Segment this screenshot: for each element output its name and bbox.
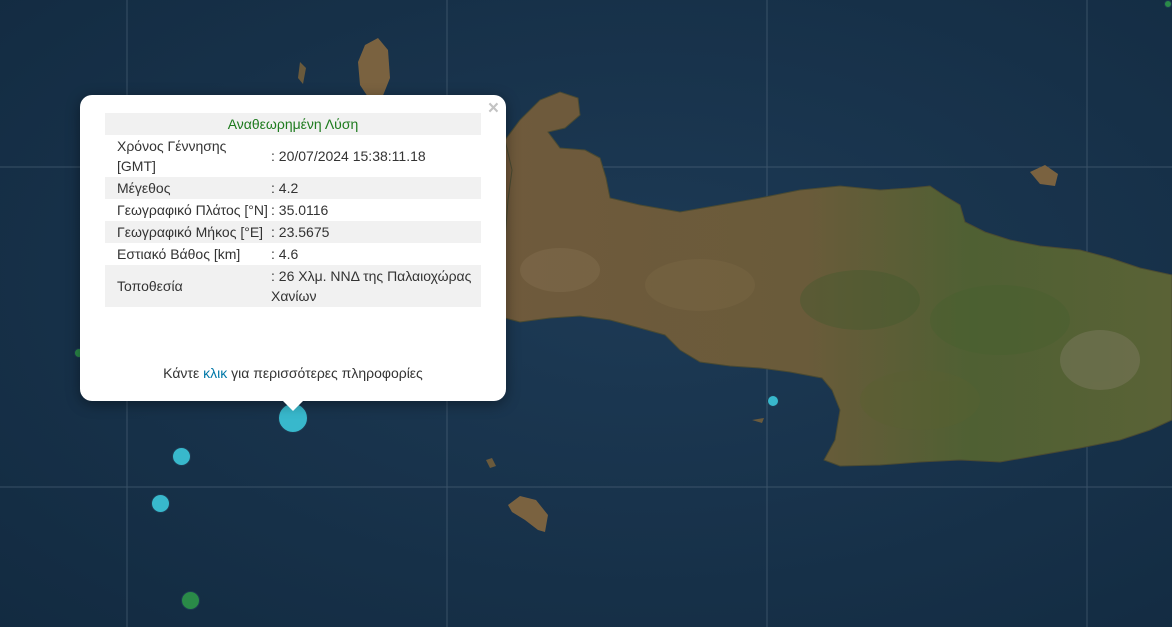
earthquake-details-table: Αναθεωρημένη Λύση Χρόνος Γέννησης [GMT] … [105,113,481,307]
earthquake-info-popup: × Αναθεωρημένη Λύση Χρόνος Γέννησης [GMT… [80,95,506,401]
popup-pointer [282,400,304,411]
latitude-label: Γεωγραφικό Πλάτος [°N] [117,202,268,218]
origin-time-value: : 20/07/2024 15:38:11.18 [271,148,426,164]
earthquake-marker[interactable] [172,447,191,466]
more-info-link[interactable]: κλικ [203,365,227,381]
depth-label: Εστιακό Βάθος [km] [117,246,241,262]
earthquake-marker[interactable] [181,591,200,610]
more-info-prefix: Κάντε [163,365,200,381]
solution-status-header: Αναθεωρημένη Λύση [227,116,359,132]
earthquake-marker[interactable] [151,494,170,513]
location-value: : 26 Χλμ. ΝΝΔ της Παλαιοχώρας Χανίων [271,268,472,304]
map-view[interactable]: × Αναθεωρημένη Λύση Χρόνος Γέννησης [GMT… [0,0,1172,627]
location-label: Τοποθεσία [117,278,183,294]
longitude-label: Γεωγραφικό Μήκος [°E] [117,224,264,240]
earthquake-marker[interactable] [767,395,779,407]
earthquake-marker[interactable] [1164,0,1172,8]
depth-value: : 4.6 [271,246,299,262]
more-info-line: Κάντε κλικ για περισσότερες πληροφορίες [105,365,481,381]
magnitude-value: : 4.2 [271,180,299,196]
close-icon[interactable]: × [488,99,499,119]
origin-time-label: Χρόνος Γέννησης [GMT] [117,138,227,174]
more-info-suffix: για περισσότερες πληροφορίες [231,365,423,381]
magnitude-label: Μέγεθος [117,180,171,196]
longitude-value: : 23.5675 [271,224,330,240]
latitude-value: : 35.0116 [271,202,329,218]
